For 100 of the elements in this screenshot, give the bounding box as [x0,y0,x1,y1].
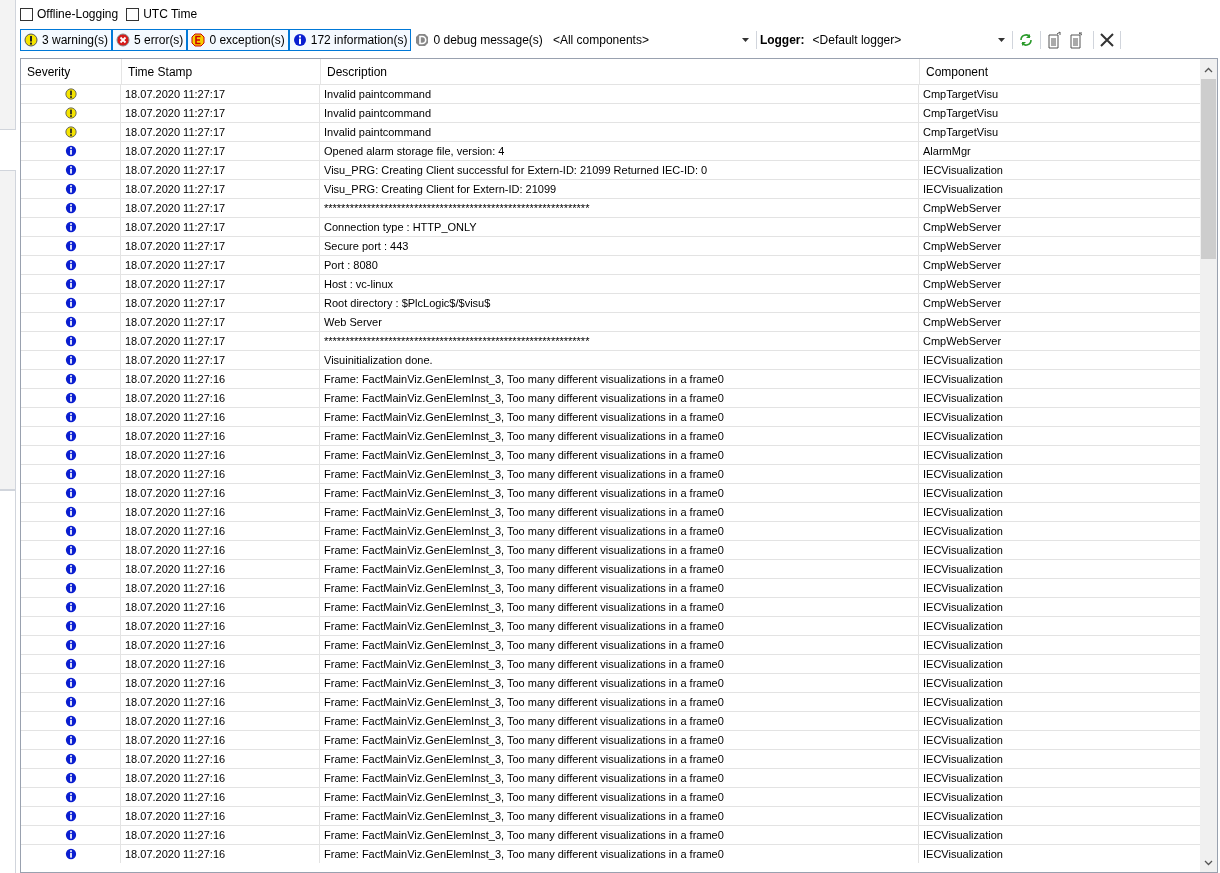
table-cell: 18.07.2020 11:27:16 [121,503,320,521]
info-icon [64,354,77,366]
table-cell: Frame: FactMainViz.GenElemInst_3, Too many different visualizations in a frame0 [320,465,919,483]
table-cell: 18.07.2020 11:27:17 [121,218,320,236]
table-cell-text: IECVisualization [922,181,1004,197]
info-icon [64,392,77,404]
info-icon [64,829,77,841]
table-cell: 18.07.2020 11:27:17 [121,237,320,255]
table-cell: Opened alarm storage file, version: 4 [320,142,919,160]
table-cell: 18.07.2020 11:27:16 [121,446,320,464]
table-cell: Frame: FactMainViz.GenElemInst_3, Too many different visualizations in a frame0 [320,408,919,426]
info-icon [64,582,77,594]
table-cell: Frame: FactMainViz.GenElemInst_3, Too many different visualizations in a frame0 [320,389,919,407]
table-cell: 18.07.2020 11:27:16 [121,674,320,692]
table-cell: Frame: FactMainViz.GenElemInst_3, Too many different visualizations in a frame0 [320,826,919,844]
info-icon [64,620,77,632]
table-cell: Invalid paintcommand [320,85,919,103]
table-cell: 18.07.2020 11:27:16 [121,845,320,863]
table-cell: 18.07.2020 11:27:16 [121,484,320,502]
table-cell-text: IECVisualization [922,713,1004,729]
info-icon [64,297,77,309]
info-icon [64,734,77,746]
checkbox[interactable] [126,7,140,21]
table-cell-text: IECVisualization [922,846,1004,862]
table-cell: Visu_PRG: Creating Client successful for Extern-ID: 21099 Returned IEC-ID: 0 [320,161,919,179]
scrollbar-thumb[interactable] [1201,79,1216,259]
exception-icon [191,33,206,47]
table-cell: Frame: FactMainViz.GenElemInst_3, Too many different visualizations in a frame0 [320,636,919,654]
info-icon [64,430,77,442]
table-cell: Frame: FactMainViz.GenElemInst_3, Too many different visualizations in a frame0 [320,598,919,616]
info-icon [64,696,77,708]
warning-icon [64,88,77,100]
warning-icon [24,33,38,47]
table-cell: Frame: FactMainViz.GenElemInst_3, Too many different visualizations in a frame0 [320,750,919,768]
table-cell: Frame: FactMainViz.GenElemInst_3, Too many different visualizations in a frame0 [320,503,919,521]
table-cell: 18.07.2020 11:27:17 [121,313,320,331]
table-cell: 18.07.2020 11:27:17 [121,332,320,350]
error-icon [116,33,131,47]
info-icon [64,639,77,651]
table-cell: 18.07.2020 11:27:16 [121,427,320,445]
table-cell: 18.07.2020 11:27:16 [121,712,320,730]
info-icon [64,259,77,271]
filter-button[interactable]: 5 error(s) [112,29,188,51]
info-icon [64,183,77,195]
table-cell: 18.07.2020 11:27:17 [121,104,320,122]
table-cell-text: IECVisualization [922,485,1004,501]
filter-button[interactable]: 172 information(s) [288,29,412,51]
table-cell-text: IECVisualization [922,827,1004,843]
filter-button[interactable]: 0 debug message(s) [411,29,547,51]
scroll-down-icon[interactable] [1204,860,1213,866]
table-cell-text: IECVisualization [922,675,1004,691]
caret-icon[interactable] [741,38,749,42]
dropdown-value: <All components> [552,32,649,49]
table-cell-text: IECVisualization [922,523,1004,539]
scroll-up-icon[interactable] [1204,67,1213,73]
filter-button[interactable]: 3 warning(s) [20,29,113,51]
table-cell: Web Server [320,313,919,331]
document-icon[interactable] [1046,31,1063,49]
table-cell: Frame: FactMainViz.GenElemInst_3, Too many different visualizations in a frame0 [320,560,919,578]
table-cell: 18.07.2020 11:27:16 [121,693,320,711]
column-header[interactable]: Description [320,59,919,84]
table-cell: 18.07.2020 11:27:16 [121,655,320,673]
checkbox[interactable] [20,7,33,21]
table-cell-text: IECVisualization [922,447,1004,463]
scrollbar[interactable] [1200,59,1217,872]
table-cell-text: IECVisualization [922,428,1004,444]
close-icon[interactable] [1099,33,1114,47]
info-icon [64,221,77,233]
table-cell-text: IECVisualization [922,580,1004,596]
table-cell: Frame: FactMainViz.GenElemInst_3, Too many different visualizations in a frame0 [320,693,919,711]
table-cell: Root directory : $PlcLogic$/$visu$ [320,294,919,312]
table-cell: Invalid paintcommand [320,123,919,141]
document-icon[interactable] [1068,31,1085,49]
table-cell-text: CmpWebServer [922,257,1003,273]
table-cell: 18.07.2020 11:27:17 [121,199,320,217]
table-cell: Visuinitialization done. [320,351,919,369]
table-cell: ************************************************************** [320,199,919,217]
debug-icon [415,33,430,47]
table-cell-text: IECVisualization [922,789,1004,805]
table-cell: Frame: FactMainViz.GenElemInst_3, Too many different visualizations in a frame0 [320,731,919,749]
info-icon [64,145,77,157]
table-cell-text: CmpWebServer [922,200,1003,216]
info-icon [64,677,77,689]
table-cell: Secure port : 443 [320,237,919,255]
table-cell: Frame: FactMainViz.GenElemInst_3, Too many different visualizations in a frame0 [320,427,919,445]
column-header[interactable]: Severity [21,59,121,84]
table-cell-text: IECVisualization [922,618,1004,634]
table-cell-text: IECVisualization [922,162,1004,178]
info-icon [64,164,77,176]
table-cell: Frame: FactMainViz.GenElemInst_3, Too many different visualizations in a frame0 [320,541,919,559]
refresh-icon[interactable] [1017,32,1034,48]
column-header[interactable]: Time Stamp [121,59,320,84]
table-cell: Frame: FactMainViz.GenElemInst_3, Too many different visualizations in a frame0 [320,579,919,597]
table-cell: 18.07.2020 11:27:17 [121,123,320,141]
filter-button[interactable]: 0 exception(s) [187,29,289,51]
table-cell-text: IECVisualization [922,808,1004,824]
table-cell-text: IECVisualization [922,371,1004,387]
table-cell-text: CmpWebServer [922,238,1003,254]
caret-icon[interactable] [997,38,1005,42]
table-cell: Frame: FactMainViz.GenElemInst_3, Too many different visualizations in a frame0 [320,484,919,502]
